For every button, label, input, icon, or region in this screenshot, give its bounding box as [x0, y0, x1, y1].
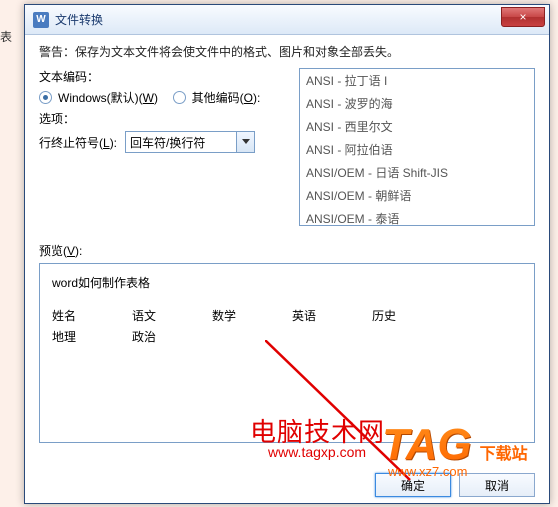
dialog-content: 警告：保存为文本文件将会使文件中的格式、图片和对象全部丢失。 文本编码： Win…	[25, 35, 549, 451]
preview-heading: word如何制作表格	[52, 274, 522, 291]
dialog-footer: 确定 取消	[375, 473, 535, 497]
close-icon: ×	[519, 10, 526, 24]
close-button[interactable]: ×	[501, 7, 545, 27]
word-app-icon: W	[33, 12, 49, 28]
encoding-option[interactable]: ANSI - 拉丁语 I	[300, 69, 534, 92]
preview-column: 数学	[212, 307, 292, 324]
preview-column: 英语	[292, 307, 372, 324]
preview-label: 预览(V):	[39, 242, 535, 259]
warning-text: 警告：保存为文本文件将会使文件中的格式、图片和对象全部丢失。	[39, 43, 535, 60]
background-text: 表	[0, 28, 12, 45]
radio-windows-label: Windows(默认)(W)	[58, 89, 158, 106]
encoding-option[interactable]: ANSI - 阿拉伯语	[300, 138, 534, 161]
options-label: 选项：	[39, 110, 291, 127]
preview-column: 政治	[132, 328, 212, 345]
preview-column: 地理	[52, 328, 132, 345]
encoding-label: 文本编码：	[39, 68, 291, 85]
preview-column: 语文	[132, 307, 212, 324]
line-ending-value: 回车符/换行符	[126, 134, 236, 151]
encoding-option[interactable]: ANSI/OEM - 日语 Shift-JIS	[300, 161, 534, 184]
titlebar[interactable]: W 文件转换 ×	[25, 5, 549, 35]
encoding-listbox[interactable]: ANSI - 拉丁语 IANSI - 波罗的海ANSI - 西里尔文ANSI -…	[299, 68, 535, 226]
file-conversion-dialog: W 文件转换 × 警告：保存为文本文件将会使文件中的格式、图片和对象全部丢失。 …	[24, 4, 550, 504]
cancel-button[interactable]: 取消	[459, 473, 535, 497]
radio-other-label: 其他编码(O):	[192, 89, 261, 106]
dialog-title: 文件转换	[55, 11, 103, 28]
encoding-option[interactable]: ANSI - 西里尔文	[300, 115, 534, 138]
encoding-option[interactable]: ANSI/OEM - 泰语	[300, 207, 534, 226]
preview-box: word如何制作表格 姓名语文数学英语历史地理政治	[39, 263, 535, 443]
radio-windows[interactable]	[39, 91, 52, 104]
encoding-option[interactable]: ANSI - 波罗的海	[300, 92, 534, 115]
chevron-down-icon[interactable]	[236, 132, 254, 152]
radio-other[interactable]	[173, 91, 186, 104]
line-ending-combobox[interactable]: 回车符/换行符	[125, 131, 255, 153]
preview-columns: 姓名语文数学英语历史地理政治	[52, 307, 522, 349]
preview-column: 姓名	[52, 307, 132, 324]
line-ending-label: 行终止符号(L):	[39, 134, 117, 151]
encoding-option[interactable]: ANSI/OEM - 朝鲜语	[300, 184, 534, 207]
ok-button[interactable]: 确定	[375, 473, 451, 497]
preview-column: 历史	[372, 307, 452, 324]
